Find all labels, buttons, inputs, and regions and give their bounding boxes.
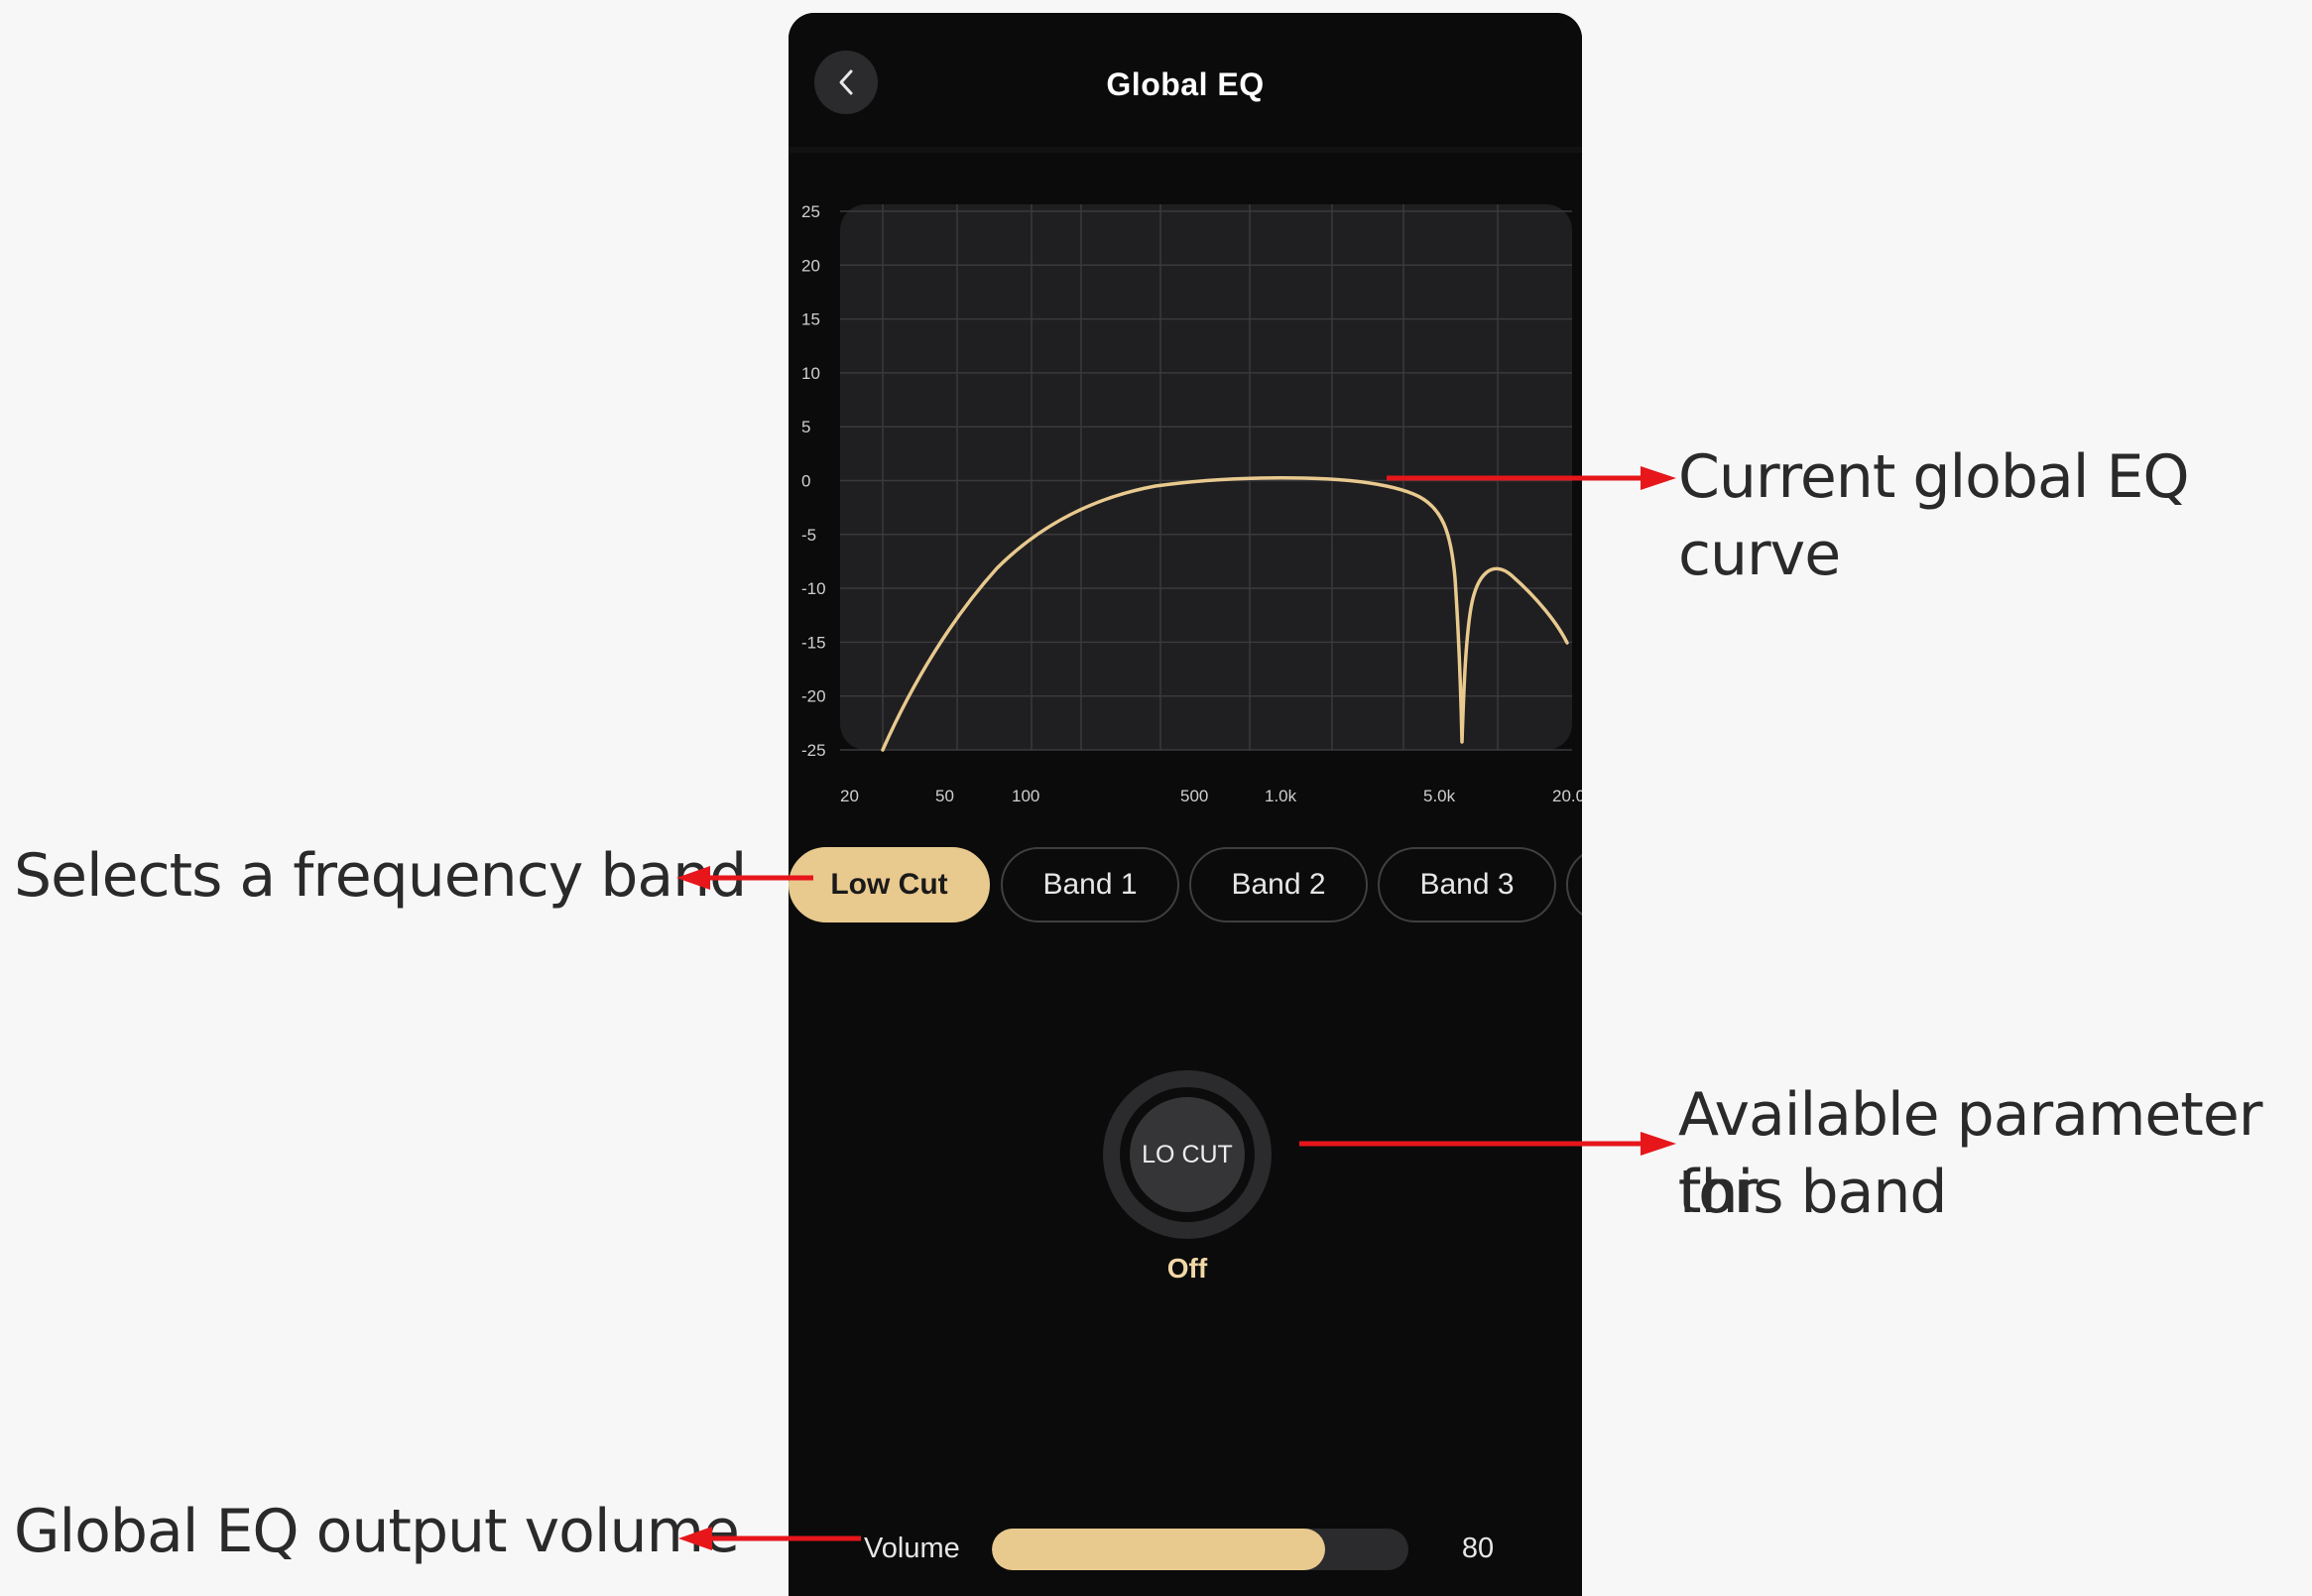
band-tab-2[interactable]: Band 2 xyxy=(1189,847,1368,922)
y-tick-label: 10 xyxy=(801,364,820,383)
x-tick-label: 5.0k xyxy=(1423,787,1456,805)
y-tick-label: 15 xyxy=(801,310,820,329)
annotation-output-volume: Global EQ output volume xyxy=(14,1497,740,1566)
band-tab-1[interactable]: Band 1 xyxy=(1001,847,1179,922)
x-tick-label: 100 xyxy=(1012,787,1039,805)
chevron-left-icon xyxy=(839,69,853,95)
eq-graph: 2520151050-5-10-15-20-25 20 50 100 500 1.0k 5… xyxy=(801,202,1582,805)
x-tick-label: 20.0k xyxy=(1552,787,1582,805)
arrowhead-eq-curve xyxy=(1641,466,1676,490)
x-tick-label: 1.0k xyxy=(1265,787,1297,805)
page-title: Global EQ xyxy=(1106,66,1265,102)
volume-value: 80 xyxy=(1461,1533,1495,1564)
y-tick-label: 25 xyxy=(801,202,820,221)
knob-ring: LO CUT xyxy=(1120,1087,1255,1222)
y-tick-label: 5 xyxy=(801,418,810,436)
back-button[interactable] xyxy=(814,51,878,114)
annotation-eq-curve: Current global EQ curve xyxy=(1678,442,2190,589)
y-tick-label: -10 xyxy=(801,579,826,598)
y-tick-labels: 25 20 15 10 5 0 -5 -10 -15 -20 -25 xyxy=(801,202,826,760)
eq-graph-panel xyxy=(840,204,1572,750)
arrowhead-parameter xyxy=(1641,1132,1676,1156)
lo-cut-knob[interactable]: LO CUT xyxy=(1103,1070,1272,1239)
phone-screen: Global EQ 25 20 15 10 5 0 -5 -10 -15 -20 -25 20 50 1… xyxy=(789,13,1582,1596)
band-tab-4[interactable] xyxy=(1566,847,1582,922)
knob-label: LO CUT xyxy=(1130,1097,1245,1212)
band-selector: Low Cut Band 1 Band 2 Band 3 xyxy=(789,843,1582,926)
y-tick-label: -25 xyxy=(801,741,826,760)
y-tick-label: -5 xyxy=(801,526,816,545)
y-tick-label: 0 xyxy=(801,472,810,491)
y-tick-label: -20 xyxy=(801,687,826,706)
knob-value: Off xyxy=(1166,1253,1208,1284)
y-tick-label: -15 xyxy=(801,633,826,652)
volume-slider[interactable] xyxy=(992,1529,1408,1570)
volume-label: Volume xyxy=(864,1533,960,1564)
header-bar: Global EQ xyxy=(789,13,1582,153)
annotation-band-select: Selects a frequency band xyxy=(14,841,747,911)
annotation-parameter-line2: this band xyxy=(1678,1158,1948,1227)
y-tick-label: 20 xyxy=(801,256,820,275)
band-tab-low-cut[interactable]: Low Cut xyxy=(789,847,990,922)
x-tick-label: 500 xyxy=(1180,787,1208,805)
x-tick-labels: 20 50 100 500 1.0k 5.0k 20.0k xyxy=(840,787,1582,805)
volume-slider-fill xyxy=(992,1529,1325,1570)
band-tab-3[interactable]: Band 3 xyxy=(1378,847,1556,922)
x-tick-label: 20 xyxy=(840,787,859,805)
x-tick-label: 50 xyxy=(935,787,954,805)
